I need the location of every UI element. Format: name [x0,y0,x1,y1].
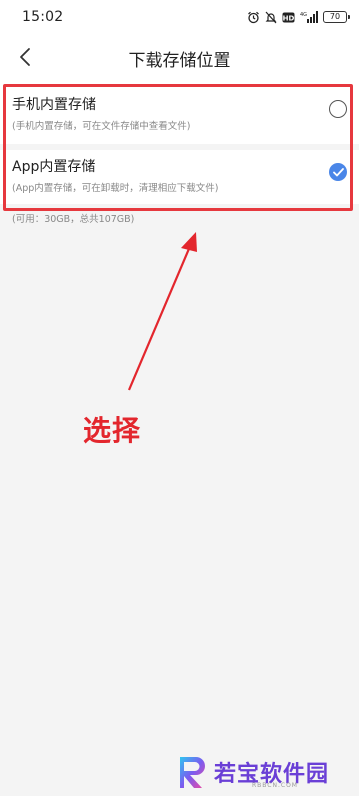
status-icons: HD 4G 70 [247,11,350,24]
alarm-icon [247,11,260,24]
radio-checked[interactable] [329,163,347,181]
option-description: (手机内置存储，可在文件存储中查看文件) [12,121,191,132]
status-bar: 15:02 HD 4G 70 [0,0,359,34]
annotation-label: 选择 [83,414,142,447]
battery-icon: 70 [323,11,350,23]
watermark: 若宝软件园 RBBCN.COM [170,752,356,794]
signal-icon: 4G [300,11,318,23]
title-bar: 下载存储位置 [0,34,359,80]
option-title: App内置存储 [12,159,96,175]
check-icon [332,167,344,176]
svg-text:4G: 4G [300,12,307,18]
page-title: 下载存储位置 [128,51,231,71]
hd-icon: HD [282,12,295,23]
status-time: 15:02 [22,9,64,25]
option-description: (App内置存储，可在卸载时，清理相应下载文件) [12,183,219,194]
watermark-subtext: RBBCN.COM [252,782,298,789]
mute-icon [265,11,277,24]
option-title: 手机内置存储 [12,97,96,113]
option-app-storage[interactable]: App内置存储 (App内置存储，可在卸载时，清理相应下载文件) [0,150,359,206]
watermark-logo-icon [180,757,205,788]
storage-options-list: 手机内置存储 (手机内置存储，可在文件存储中查看文件) App内置存储 (App… [0,80,359,204]
storage-capacity-info: (可用：30GB，总共107GB) [12,214,135,225]
option-phone-storage[interactable]: 手机内置存储 (手机内置存储，可在文件存储中查看文件) [0,88,359,144]
svg-text:HD: HD [283,14,295,22]
radio-unchecked[interactable] [329,100,347,118]
